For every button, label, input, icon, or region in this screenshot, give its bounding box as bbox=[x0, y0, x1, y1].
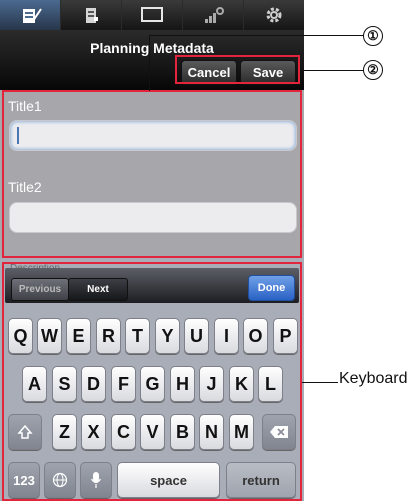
tab-settings[interactable] bbox=[244, 0, 304, 30]
tab-view[interactable] bbox=[122, 0, 183, 30]
keyboard-callout-label: Keyboard bbox=[339, 370, 408, 387]
callout-number-2: ② bbox=[363, 60, 383, 80]
edit-metadata-icon bbox=[23, 8, 42, 23]
callout-line-2 bbox=[300, 70, 365, 71]
keyboard-highlight bbox=[2, 262, 302, 501]
callout-line-1h bbox=[149, 35, 364, 36]
form-highlight bbox=[2, 90, 302, 258]
callout-number-1: ① bbox=[363, 26, 383, 46]
monitor-icon bbox=[141, 7, 163, 22]
bars-gear-icon bbox=[205, 7, 224, 23]
gear-icon bbox=[266, 7, 282, 23]
tab-metadata[interactable] bbox=[0, 0, 61, 30]
callout-line-1v bbox=[149, 35, 150, 91]
clip-list-icon bbox=[86, 8, 98, 23]
tab-clips[interactable] bbox=[61, 0, 122, 30]
buttons-highlight bbox=[175, 55, 300, 84]
tab-bar bbox=[0, 0, 304, 30]
callout-line-keyboard bbox=[302, 382, 338, 383]
page-title: Planning Metadata bbox=[90, 40, 214, 56]
tab-camera-settings[interactable] bbox=[183, 0, 244, 30]
